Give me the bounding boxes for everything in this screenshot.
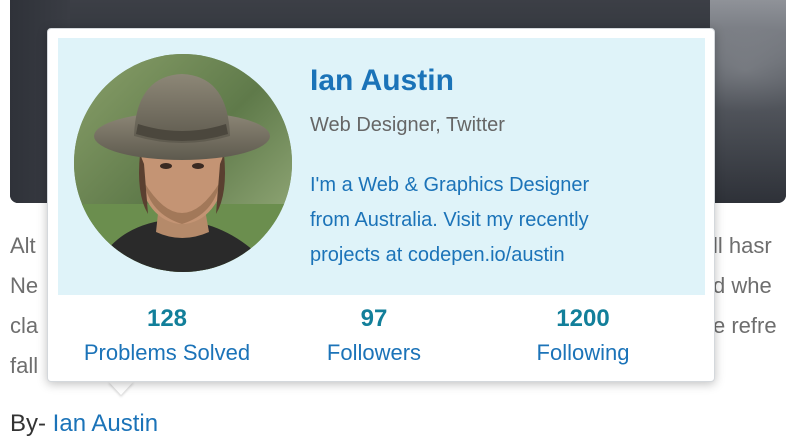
profile-bio-line: I'm a Web & Graphics Designer [310, 174, 590, 196]
stat-following[interactable]: 1200 Following [483, 305, 683, 373]
byline: By- Ian Austin [10, 404, 158, 444]
profile-hover-card: Ian Austin Web Designer, Twitter I'm a W… [47, 28, 715, 382]
stat-label: Following [536, 340, 630, 365]
avatar[interactable] [74, 54, 292, 272]
stat-value: 97 [360, 305, 388, 332]
stat-value: 128 [146, 305, 188, 332]
stat-followers[interactable]: 97 Followers [274, 305, 474, 373]
stat-label: Followers [326, 340, 422, 365]
stat-value: 1200 [556, 305, 610, 332]
avatar-photo-icon [74, 54, 292, 272]
stat-problems-solved[interactable]: 128 Problems Solved [67, 305, 267, 373]
profile-bio-line[interactable]: projects at codepen.io/austin [310, 238, 700, 273]
profile-stats: 128 Problems Solved 97 Followers 1200 Fo… [58, 295, 705, 375]
profile-name[interactable]: Ian Austin [310, 64, 454, 98]
card-pointer-arrow [108, 381, 134, 395]
stat-label: Problems Solved [83, 340, 251, 365]
byline-prefix: By- [10, 410, 46, 437]
author-link[interactable]: Ian Austin [53, 410, 158, 437]
profile-card-header: Ian Austin Web Designer, Twitter I'm a W… [58, 38, 705, 295]
profile-bio: I'm a Web & Graphics Designer from Austr… [310, 168, 700, 273]
profile-role: Web Designer, Twitter [310, 114, 505, 136]
profile-bio-line: from Australia. Visit my recently [310, 209, 589, 231]
